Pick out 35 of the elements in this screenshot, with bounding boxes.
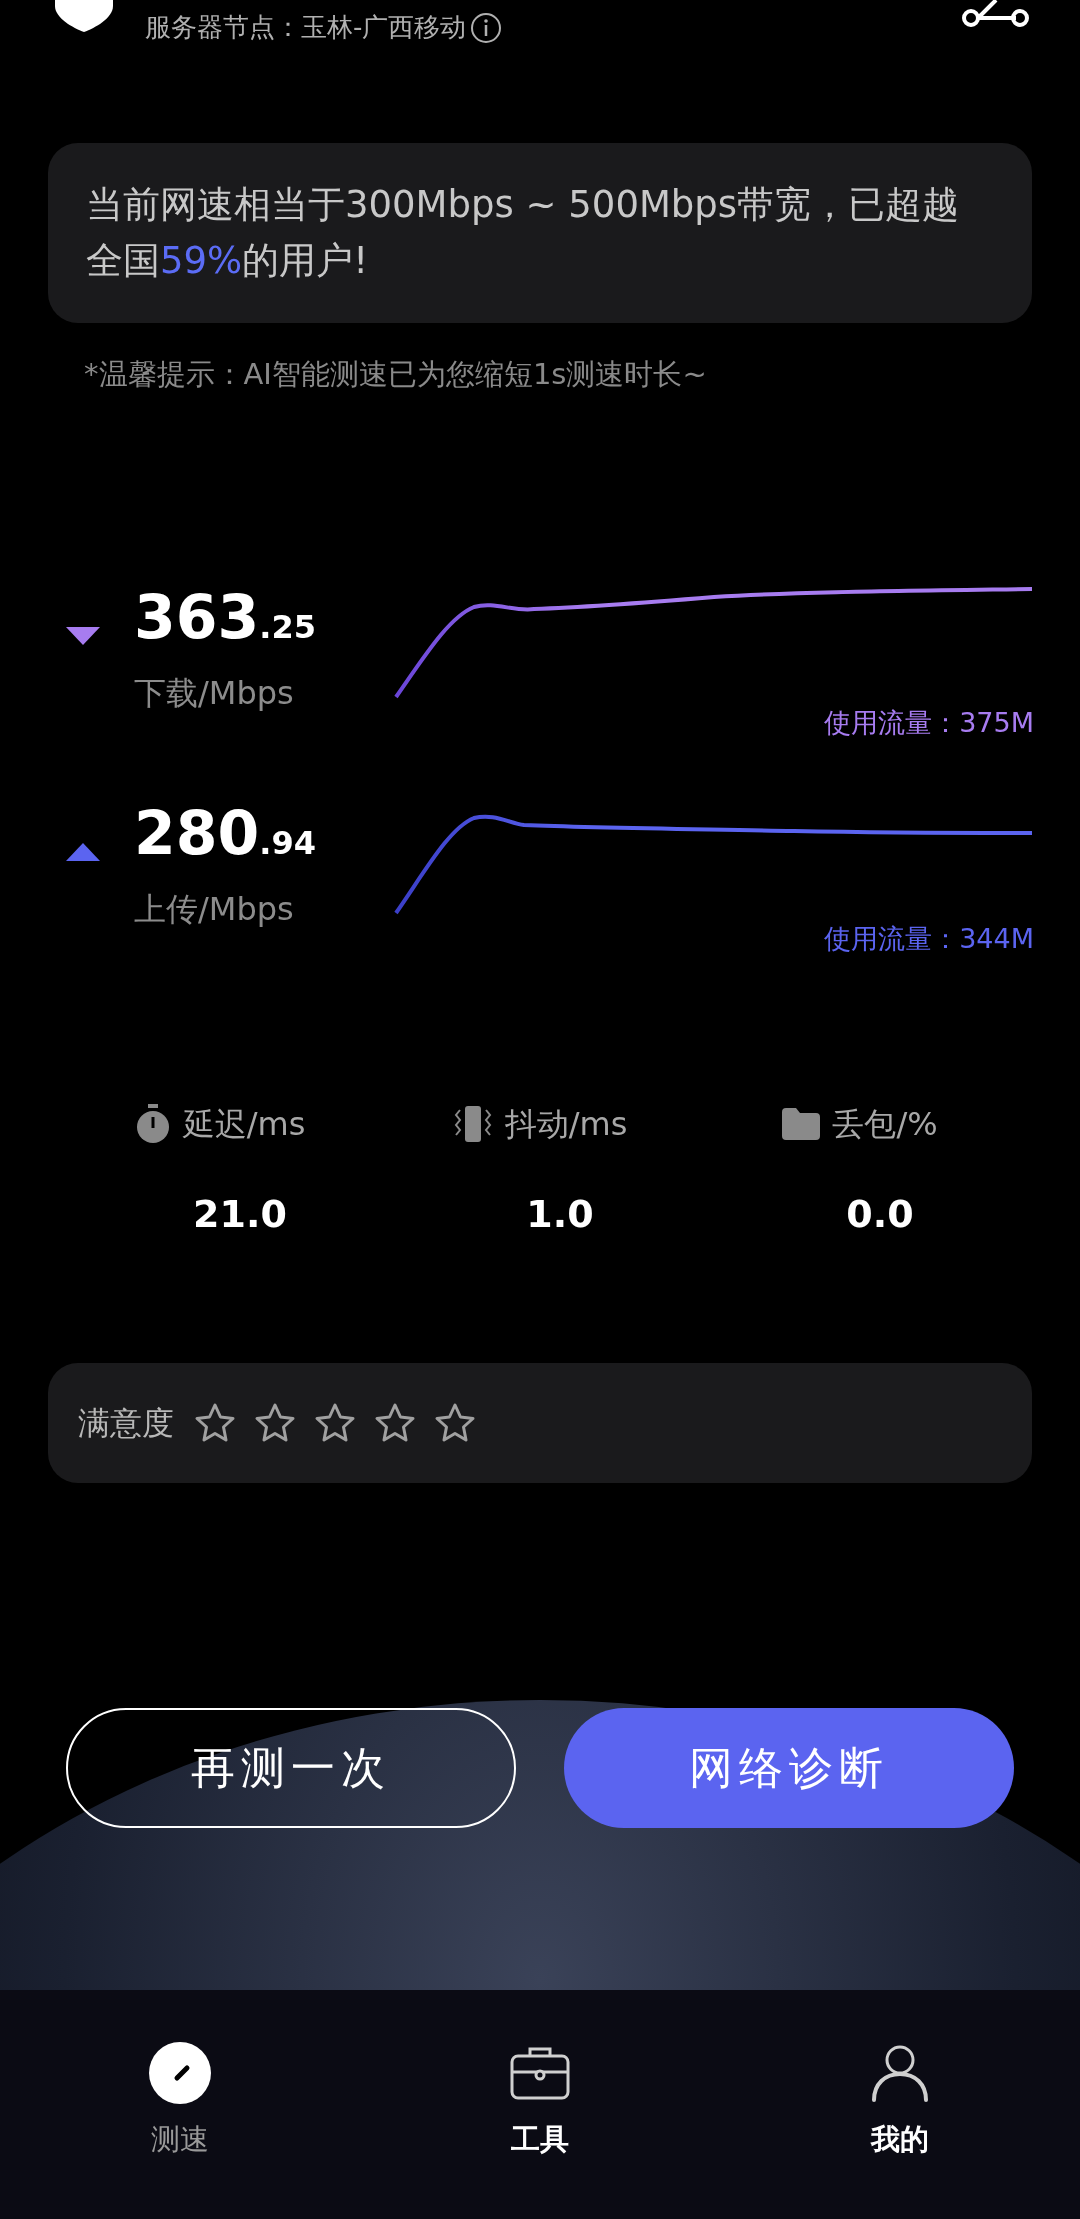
nav-tab[interactable]: 我的 bbox=[720, 1990, 1080, 2219]
speed-unit-label: 上传/Mbps bbox=[134, 889, 295, 930]
stopwatch-icon bbox=[134, 1103, 171, 1144]
speed-value: 280.94 bbox=[134, 803, 317, 863]
server-node-text: 服务器节点：玉林-广西移动 bbox=[145, 11, 467, 44]
vibration-icon bbox=[452, 1105, 493, 1142]
star-icon[interactable] bbox=[374, 1402, 416, 1443]
metric-value: 21.0 bbox=[193, 1190, 287, 1238]
traffic-used-text: 使用流量：375M bbox=[824, 705, 1034, 740]
metric-label: 丢包/% bbox=[832, 1103, 938, 1145]
star-icon[interactable] bbox=[194, 1402, 236, 1443]
traffic-used-text: 使用流量：344M bbox=[824, 922, 1034, 956]
metric-label: 延迟/ms bbox=[182, 1103, 306, 1145]
up-triangle-icon bbox=[66, 843, 100, 861]
speed-unit-label: 下载/Mbps bbox=[134, 672, 295, 714]
metric-value: 1.0 bbox=[526, 1190, 594, 1238]
route-icon[interactable] bbox=[960, 0, 1030, 30]
down-triangle-icon bbox=[66, 626, 100, 645]
metric-label: 抖动/ms bbox=[504, 1103, 628, 1145]
info-icon[interactable] bbox=[470, 11, 503, 44]
star-icon[interactable] bbox=[254, 1402, 296, 1443]
nav-tab[interactable]: 测速 bbox=[0, 1990, 360, 2219]
speed-value: 363.25 bbox=[134, 586, 317, 647]
folder-icon bbox=[782, 1107, 821, 1140]
summary-text: 当前网速相当于300Mbps ~ 500Mbps带宽，已超越全国59%的用户! bbox=[86, 182, 961, 284]
star-icon[interactable] bbox=[314, 1402, 356, 1443]
star-icon[interactable] bbox=[434, 1402, 476, 1443]
metric-value: 0.0 bbox=[846, 1190, 914, 1238]
retest-button[interactable]: 再测一次 bbox=[66, 1707, 516, 1828]
nav-tab[interactable]: 工具 bbox=[360, 1990, 720, 2219]
diagnose-button[interactable]: 网络诊断 bbox=[564, 1707, 1014, 1828]
gauge-icon bbox=[147, 2040, 213, 2106]
rating-label: 满意度 bbox=[78, 1402, 174, 1444]
shield-icon bbox=[55, 0, 113, 32]
hint-text: *温馨提示：AI智能测速已为您缩短1s测速时长~ bbox=[84, 356, 708, 393]
